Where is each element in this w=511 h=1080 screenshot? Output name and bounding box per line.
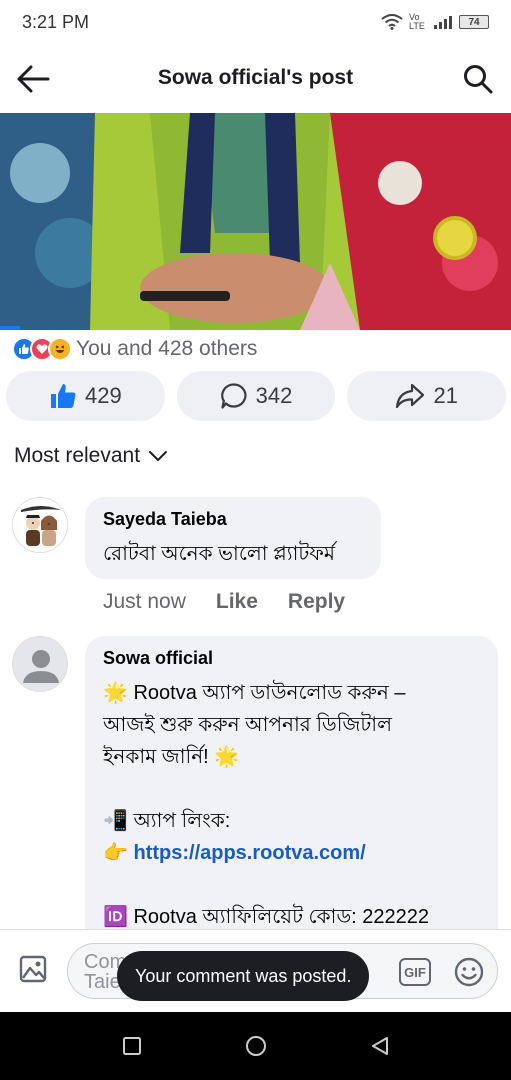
couple-avatar-image — [13, 498, 67, 552]
add-photo-button[interactable] — [18, 954, 48, 984]
emoji-button[interactable] — [453, 956, 485, 988]
comment-author[interactable]: Sowa official — [103, 648, 480, 669]
default-user-avatar-icon — [13, 637, 67, 691]
like-count: 429 — [84, 383, 122, 408]
comment-bubble[interactable]: Sowa official 🌟 Rootva অ্যাপ ডাউনলোড করু… — [85, 636, 498, 966]
status-bar: 3:21 PM Vo LTE 74 — [0, 0, 511, 44]
comment-line — [103, 773, 480, 805]
recent-apps-icon[interactable] — [121, 1035, 143, 1057]
gif-button[interactable]: GIF — [399, 958, 431, 986]
comment-time: Just now — [103, 590, 186, 613]
app-header: Sowa official's post — [0, 44, 511, 112]
like-button[interactable]: 429 — [6, 371, 165, 421]
toast-notification: Your comment was posted. — [117, 951, 370, 1001]
comment-sort-dropdown[interactable]: Most relevant — [14, 444, 168, 468]
image-icon — [19, 955, 47, 983]
system-nav-bar — [0, 1012, 511, 1080]
comment-text: 🌟 Rootva অ্যাপ ডাউনলোড করুন – আজই শুরু ক… — [103, 677, 480, 933]
signal-icon — [434, 16, 452, 29]
battery-icon: 74 — [459, 15, 489, 29]
haha-reaction-icon — [48, 337, 72, 361]
comment-item: Sowa official 🌟 Rootva অ্যাপ ডাউনলোড করু… — [12, 636, 498, 966]
arrow-left-icon — [17, 65, 50, 93]
comment-count: 342 — [255, 383, 293, 408]
back-button[interactable] — [14, 60, 52, 98]
reactions-count-text: You and 428 others — [76, 337, 258, 360]
back-triangle-icon[interactable] — [369, 1035, 391, 1057]
comment-line — [103, 869, 480, 901]
comment-reply-button[interactable]: Reply — [288, 590, 345, 614]
share-count: 21 — [433, 383, 458, 408]
share-button[interactable]: 21 — [347, 371, 507, 421]
avatar[interactable] — [12, 636, 68, 692]
page-title: Sowa official's post — [157, 66, 354, 89]
video-frame-image — [0, 113, 511, 330]
comment-line: ইনকাম জার্নি! 🌟 — [103, 746, 240, 768]
comment-link-line: 👉 https://apps.rootva.com/ — [103, 837, 480, 869]
avatar[interactable] — [12, 497, 68, 553]
comment-line: আজই শুরু করুন আপনার ডিজিটাল — [103, 714, 392, 736]
share-arrow-icon — [396, 383, 425, 409]
thumbs-up-icon — [50, 384, 76, 408]
chevron-down-icon — [149, 451, 168, 461]
comment-item: Sayeda Taieba রোটবা অনেক ভালো প্ল্যাটফর্… — [12, 497, 381, 579]
reaction-icons — [12, 337, 72, 361]
network-label: Vo LTE — [409, 12, 425, 31]
comment-bubble-icon — [220, 383, 247, 409]
post-actions: 429 342 21 — [6, 371, 507, 421]
post-video[interactable] — [0, 113, 511, 330]
comment-text: রোটবা অনেক ভালো প্ল্যাটফর্ম — [103, 538, 363, 570]
comment-line: 🌟 Rootva অ্যাপ ডাউনলোড করুন – — [103, 682, 406, 704]
comment-bubble[interactable]: Sayeda Taieba রোটবা অনেক ভালো প্ল্যাটফর্… — [85, 497, 381, 579]
search-icon — [464, 65, 493, 94]
pointing-hand-emoji: 👉 — [103, 842, 128, 864]
comment-like-button[interactable]: Like — [216, 590, 258, 614]
app-link[interactable]: https://apps.rootva.com/ — [133, 842, 365, 864]
sort-label: Most relevant — [14, 444, 141, 467]
home-icon[interactable] — [244, 1034, 268, 1058]
search-button[interactable] — [459, 60, 497, 98]
status-icons: Vo LTE 74 — [381, 13, 489, 31]
comment-author[interactable]: Sayeda Taieba — [103, 509, 363, 530]
video-progress-bar — [0, 326, 21, 330]
comment-meta: Just now Like Reply — [103, 590, 345, 614]
smiley-icon — [454, 957, 484, 987]
status-time: 3:21 PM — [22, 11, 90, 32]
comment-line: 📲 অ্যাপ লিংক: — [103, 810, 231, 832]
comment-line: রোটবা অনেক ভালো প্ল্যাটফর্ম — [103, 543, 336, 565]
wifi-icon — [381, 14, 403, 30]
reactions-summary[interactable]: You and 428 others — [12, 336, 257, 362]
comment-button[interactable]: 342 — [176, 371, 336, 421]
